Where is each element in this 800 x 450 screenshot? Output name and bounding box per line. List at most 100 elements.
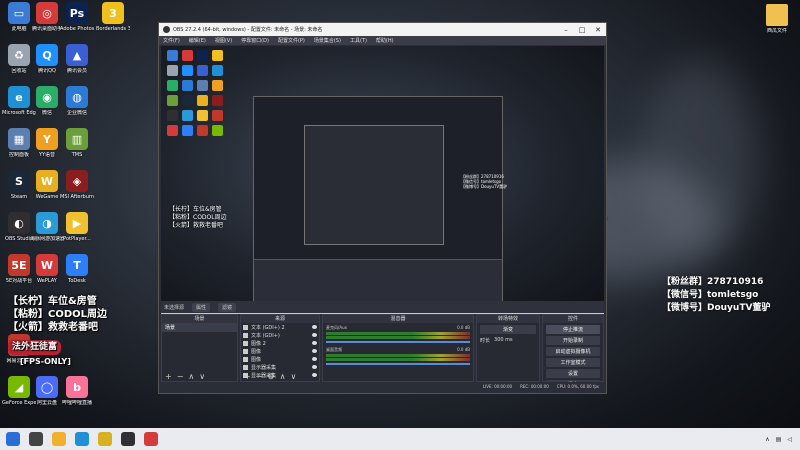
visibility-eye-icon[interactable]	[312, 349, 317, 353]
sources-header: 来源	[241, 315, 319, 323]
chevron-up-icon[interactable]: ∧	[765, 436, 769, 443]
desktop-icon[interactable]: T ToDesk	[60, 254, 94, 284]
desktop-icon[interactable]: b 哔哩哔哩直播	[60, 376, 94, 406]
maximize-icon[interactable]: □	[574, 26, 590, 34]
start-virtual-camera-button[interactable]: 启动虚拟摄像机	[546, 347, 600, 356]
settings-icon[interactable]: ⚙	[267, 372, 274, 381]
edge-icon[interactable]	[75, 432, 89, 446]
add-icon[interactable]: +	[244, 372, 251, 381]
obs-title-bar[interactable]: OBS 27.2.4 (64-bit, windows) - 配置文件: 未命名…	[159, 23, 606, 36]
menu-profile[interactable]: 配置文件(P)	[278, 37, 305, 44]
desktop-icon[interactable]: ◈ MSI Afterburner	[60, 170, 94, 200]
nested-preview-window	[253, 96, 503, 310]
borderlands-icon[interactable]	[98, 432, 112, 446]
mini-app-icon	[212, 110, 223, 121]
move-down-icon[interactable]: ∨	[290, 372, 296, 381]
mixer-header: 混音器	[323, 315, 473, 323]
desktop-icon-folder[interactable]: 西瓜文件	[760, 4, 794, 34]
move-up-icon[interactable]: ∧	[280, 372, 286, 381]
social-line: 【微博号】DouyuTV董驴	[461, 184, 508, 189]
desktop-icon[interactable]: ▥ TMS	[60, 128, 94, 158]
menu-tools[interactable]: 工具(T)	[350, 37, 367, 44]
desktop-icon[interactable]: ▲ 腾讯会员	[60, 44, 94, 74]
stream-text-overlay: 【长柠】车位&房管 【粘粉】CODOL周边 【火箭】救救老番吧 法外狂徒富 [F…	[8, 295, 107, 368]
properties-button[interactable]: 属性	[192, 302, 211, 312]
mini-app-icon	[197, 65, 208, 76]
tencent-icon[interactable]	[144, 432, 158, 446]
remove-icon[interactable]: −	[256, 372, 263, 381]
desktop-icon[interactable]: 3 Borderlands 3	[96, 2, 130, 32]
move-down-icon[interactable]: ∨	[199, 372, 205, 381]
source-type-icon	[243, 324, 248, 330]
transition-select[interactable]: 渐变	[480, 325, 536, 334]
menu-edit[interactable]: 编辑(E)	[189, 37, 206, 44]
mini-app-icon	[167, 125, 178, 136]
sources-panel: 来源 文本 (GDI+) 2 文本 (GDI+) 图像 2 图像 图像 显示器采集 显示器采…	[240, 314, 320, 382]
desktop-icon[interactable]: W WeGame	[30, 170, 64, 200]
settings-button[interactable]: 设置	[546, 369, 600, 378]
studio-mode-button[interactable]: 工作室模式	[546, 358, 600, 367]
visibility-eye-icon[interactable]	[312, 325, 317, 329]
desktop-icon-label: 腾讯会员	[66, 68, 87, 74]
source-item[interactable]: 文本 (GDI+) 2	[241, 323, 319, 331]
desktop-icon[interactable]: ◯ 阿里云盘	[30, 376, 64, 406]
desktop-icon[interactable]: Ps Adobe Photosh...	[60, 2, 94, 32]
desktop-icon[interactable]: Y YY语音	[30, 128, 64, 158]
visibility-eye-icon[interactable]	[312, 341, 317, 345]
desktop-icon[interactable]: ◑ 海豚网游加速器5.0	[30, 212, 64, 242]
move-up-icon[interactable]: ∧	[188, 372, 194, 381]
obs-window[interactable]: OBS 27.2.4 (64-bit, windows) - 配置文件: 未命名…	[158, 22, 607, 394]
source-item[interactable]: 文本 (GDI+)	[241, 331, 319, 339]
mini-app-icon	[167, 80, 178, 91]
mini-app-icon	[212, 80, 223, 91]
minimize-icon[interactable]: –	[558, 26, 574, 34]
obs-dock-panels: 场景 场景 + − ∧ ∨ 来源 文本 (GDI+) 2 文本 (GDI+) 图像 …	[161, 314, 604, 389]
obs-preview[interactable]: 【长柠】车位&房管 【粘粉】CODOL周边 【火箭】救救老番吧 【粉丝群】278…	[161, 46, 604, 314]
menu-docks[interactable]: 停靠窗口(D)	[241, 37, 269, 44]
channel-db: 0.0 dB	[457, 347, 470, 352]
duration-input[interactable]: 300 ms	[494, 337, 513, 344]
desktop-icon[interactable]: W WePLAY	[30, 254, 64, 284]
stop-streaming-button[interactable]: 停止推流	[546, 325, 600, 334]
source-item[interactable]: 显示器采集	[241, 363, 319, 371]
scene-item[interactable]: 场景	[162, 323, 237, 332]
social-line: 【微博号】DouyuTV董驴	[662, 303, 771, 313]
obs-icon[interactable]	[121, 432, 135, 446]
menu-file[interactable]: 文件(F)	[163, 37, 180, 44]
desktop-icon[interactable]: ▶ PotPlayer...	[60, 212, 94, 242]
windows-start-icon[interactable]	[6, 432, 20, 446]
folder-icon	[766, 4, 788, 26]
remove-icon[interactable]: −	[177, 372, 184, 381]
desktop-icon-label: YY语音	[38, 152, 56, 158]
desktop-icon[interactable]: Q 腾讯QQ	[30, 44, 64, 74]
visibility-eye-icon[interactable]	[312, 333, 317, 337]
desktop-icon[interactable]: ◉ 微信	[30, 86, 64, 116]
volume-slider[interactable]	[326, 341, 470, 343]
source-item[interactable]: 图像	[241, 355, 319, 363]
file-explorer-icon[interactable]	[52, 432, 66, 446]
add-icon[interactable]: +	[165, 372, 172, 381]
desktop-icon-label: MSI Afterburner	[60, 194, 94, 200]
desktop-icon[interactable]: ◎ 腾讯桌面助手	[30, 2, 64, 32]
source-item[interactable]: 图像	[241, 347, 319, 355]
start-recording-button[interactable]: 开始录制	[546, 336, 600, 345]
menu-help[interactable]: 帮助(H)	[376, 37, 394, 44]
volume-icon[interactable]: ◁	[787, 436, 792, 443]
filters-button[interactable]: 滤镜	[218, 302, 237, 312]
audio-meter	[326, 332, 470, 335]
source-item[interactable]: 图像 2	[241, 339, 319, 347]
desktop-icon[interactable]: ◍ 企业微信	[60, 86, 94, 116]
visibility-eye-icon[interactable]	[312, 365, 317, 369]
menu-scene-collection[interactable]: 场景集合(S)	[314, 37, 341, 44]
desktop-icon-label: Adobe Photosh...	[60, 26, 94, 32]
app-icon: 5E	[8, 254, 30, 276]
search-icon[interactable]	[29, 432, 43, 446]
audio-meter	[326, 358, 470, 361]
network-icon[interactable]: ▤	[776, 436, 782, 443]
menu-view[interactable]: 视图(V)	[215, 37, 232, 44]
volume-slider[interactable]	[326, 363, 470, 365]
visibility-eye-icon[interactable]	[312, 357, 317, 361]
overlay-line: 【粘粉】CODOL周边	[8, 309, 108, 320]
app-icon: ◈	[66, 170, 88, 192]
close-icon[interactable]: ✕	[590, 26, 606, 34]
